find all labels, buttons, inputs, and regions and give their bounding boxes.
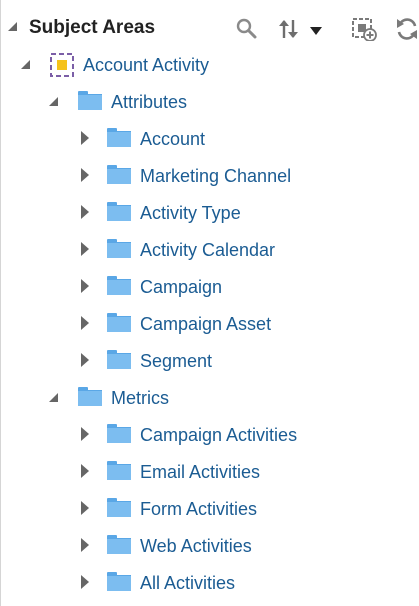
tree-node-account-activity[interactable]: Account Activity (1, 46, 419, 83)
tree-node-label[interactable]: Form Activities (140, 499, 257, 520)
expand-toggle-icon[interactable] (81, 464, 89, 478)
tree-node-activity-calendar[interactable]: Activity Calendar (1, 231, 419, 268)
expand-toggle-icon[interactable] (49, 97, 58, 106)
sort-menu-chevron-down-icon[interactable] (309, 17, 323, 41)
tree-node-label[interactable]: Attributes (111, 92, 187, 113)
subject-area-icon (50, 53, 74, 77)
expand-toggle-icon[interactable] (81, 427, 89, 441)
panel-header: Subject Areas (1, 0, 419, 50)
tree-node-label[interactable]: Campaign Activities (140, 425, 297, 446)
tree-node-account[interactable]: Account (1, 120, 419, 157)
add-subject-area-icon[interactable] (351, 17, 377, 41)
folder-icon (107, 350, 131, 369)
folder-icon (107, 202, 131, 221)
tree-node-all-activities[interactable]: All Activities (1, 564, 419, 601)
expand-toggle-icon[interactable] (81, 242, 89, 256)
tree-node-form-activities[interactable]: Form Activities (1, 490, 419, 527)
tree-node-campaign[interactable]: Campaign (1, 268, 419, 305)
folder-icon (78, 91, 102, 110)
tree-node-label[interactable]: Segment (140, 351, 212, 372)
tree-node-marketing-channel[interactable]: Marketing Channel (1, 157, 419, 194)
tree-node-label[interactable]: Email Activities (140, 462, 260, 483)
sort-icon[interactable] (278, 17, 300, 41)
folder-icon (107, 276, 131, 295)
tree-node-label[interactable]: Web Activities (140, 536, 252, 557)
folder-icon (107, 572, 131, 591)
folder-icon (107, 239, 131, 258)
collapse-panel-icon[interactable] (8, 22, 17, 31)
folder-icon (107, 498, 131, 517)
panel-title: Subject Areas (29, 17, 156, 38)
expand-toggle-icon[interactable] (81, 316, 89, 330)
tree-node-campaign-asset[interactable]: Campaign Asset (1, 305, 419, 342)
tree-node-metrics[interactable]: Metrics (1, 379, 419, 416)
tree-node-label[interactable]: Campaign (140, 277, 222, 298)
tree-node-label[interactable]: Account (140, 129, 205, 150)
folder-icon (107, 461, 131, 480)
expand-toggle-icon[interactable] (81, 575, 89, 589)
expand-toggle-icon[interactable] (21, 60, 30, 69)
tree-node-campaign-activities[interactable]: Campaign Activities (1, 416, 419, 453)
tree-node-segment[interactable]: Segment (1, 342, 419, 379)
folder-icon (107, 165, 131, 184)
tree-node-label[interactable]: All Activities (140, 573, 235, 594)
expand-toggle-icon[interactable] (81, 279, 89, 293)
expand-toggle-icon[interactable] (81, 131, 89, 145)
tree-node-label[interactable]: Activity Calendar (140, 240, 275, 261)
expand-toggle-icon[interactable] (81, 205, 89, 219)
folder-icon (107, 128, 131, 147)
tree-node-label[interactable]: Campaign Asset (140, 314, 271, 335)
tree-node-web-activities[interactable]: Web Activities (1, 527, 419, 564)
folder-icon (107, 535, 131, 554)
tree-node-label[interactable]: Activity Type (140, 203, 241, 224)
tree-node-label[interactable]: Marketing Channel (140, 166, 291, 187)
refresh-icon[interactable] (395, 17, 419, 41)
subject-areas-panel: Subject Areas Account Activity Attribute… (0, 0, 419, 606)
tree-node-label[interactable]: Metrics (111, 388, 169, 409)
search-icon[interactable] (236, 17, 258, 41)
tree-node-activity-type[interactable]: Activity Type (1, 194, 419, 231)
tree-node-email-activities[interactable]: Email Activities (1, 453, 419, 490)
folder-icon (107, 313, 131, 332)
expand-toggle-icon[interactable] (81, 538, 89, 552)
folder-icon (78, 387, 102, 406)
folder-icon (107, 424, 131, 443)
tree-node-label[interactable]: Account Activity (83, 55, 209, 76)
expand-toggle-icon[interactable] (81, 501, 89, 515)
expand-toggle-icon[interactable] (81, 168, 89, 182)
expand-toggle-icon[interactable] (49, 393, 58, 402)
tree-node-attributes[interactable]: Attributes (1, 83, 419, 120)
expand-toggle-icon[interactable] (81, 353, 89, 367)
